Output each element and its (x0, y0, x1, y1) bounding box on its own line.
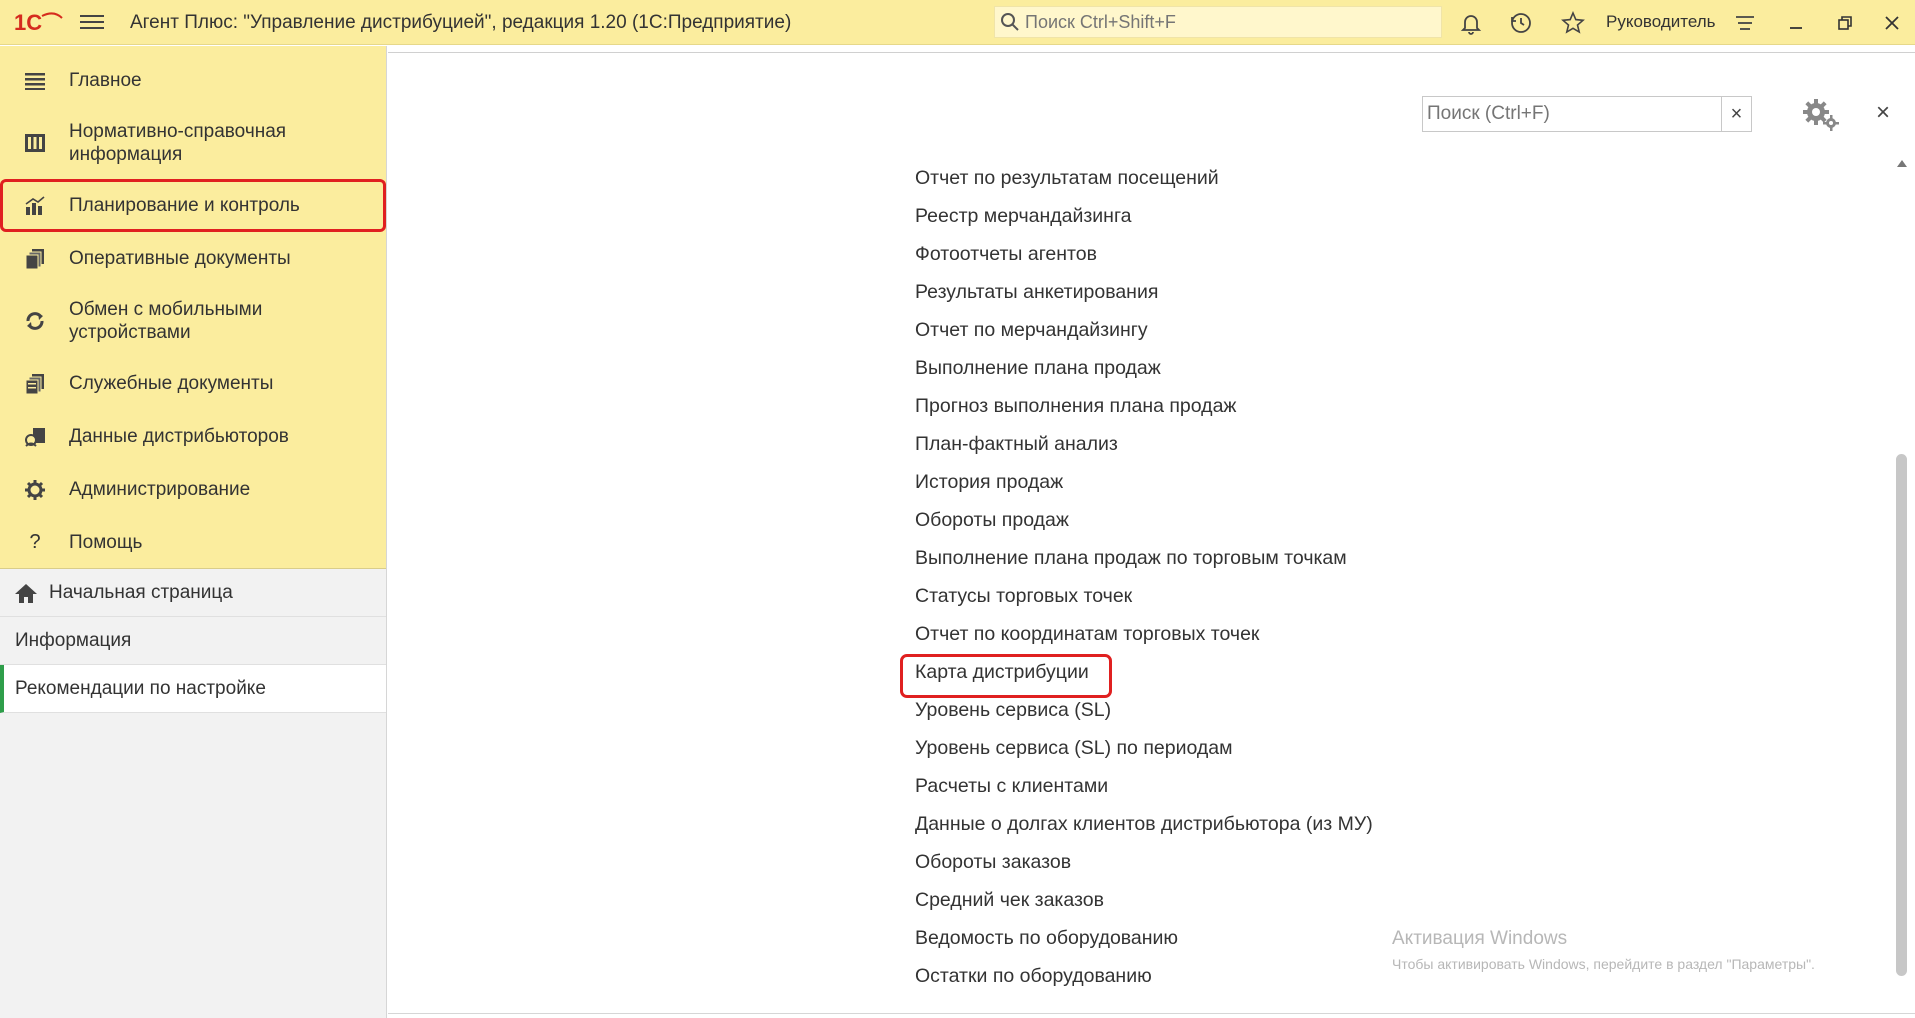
watermark-title: Активация Windows (1392, 928, 1568, 949)
report-link[interactable]: Средний чек заказов (915, 881, 1373, 919)
nav-label: Начальная страница (49, 581, 233, 603)
catalog-icon (22, 130, 48, 156)
options-icon[interactable] (1732, 10, 1758, 36)
section-label: Нормативно-справочная информация (69, 121, 287, 165)
report-link[interactable]: Расчеты с клиентами (915, 767, 1373, 805)
report-link-distribution-map[interactable]: Карта дистрибуции (900, 653, 1373, 698)
vertical-scrollbar[interactable] (1894, 154, 1910, 978)
panel-border (388, 52, 1915, 53)
settings-gears-icon[interactable] (1800, 96, 1842, 132)
nav-label: Информация (15, 629, 132, 651)
section-operational-docs[interactable]: Оперативные документы (0, 232, 386, 285)
scroll-thumb[interactable] (1896, 454, 1907, 976)
search-icon (995, 7, 1025, 37)
bell-icon[interactable] (1458, 10, 1484, 36)
service-docs-icon (22, 371, 48, 397)
report-link[interactable]: Уровень сервиса (SL) (915, 691, 1373, 729)
report-link[interactable]: Уровень сервиса (SL) по периодам (915, 729, 1373, 767)
section-label: Оперативные документы (69, 248, 291, 269)
section-label: Помощь (69, 532, 143, 553)
windows-activation-watermark: Активация Windows Чтобы активировать Win… (1392, 928, 1815, 972)
section-service-docs[interactable]: Служебные документы (0, 357, 386, 410)
title-bar: 1С Агент Плюс: "Управление дистрибуцией"… (0, 0, 1915, 45)
report-link[interactable]: Данные о долгах клиентов дистрибьютора (… (915, 805, 1373, 843)
report-link[interactable]: Фотоотчеты агентов (915, 235, 1373, 273)
documents-icon (22, 246, 48, 272)
scroll-up-icon[interactable] (1897, 160, 1907, 167)
panel-search[interactable]: × (1422, 96, 1752, 132)
nav-information[interactable]: Информация (0, 617, 386, 665)
panel-bottom-border (388, 1013, 1915, 1014)
report-link[interactable]: План-фактный анализ (915, 425, 1373, 463)
report-link[interactable]: История продаж (915, 463, 1373, 501)
section-help[interactable]: ? Помощь (0, 516, 386, 569)
user-name[interactable]: Руководитель (1606, 12, 1716, 32)
section-distributor-data[interactable]: Данные дистрибьюторов (0, 410, 386, 463)
report-link[interactable]: Отчет по координатам торговых точек (915, 615, 1373, 653)
report-link[interactable]: Результаты анкетирования (915, 273, 1373, 311)
list-icon (22, 68, 48, 94)
history-icon[interactable] (1508, 10, 1534, 36)
close-window-icon[interactable] (1879, 10, 1905, 36)
section-label: Планирование и контроль (69, 195, 300, 216)
chart-icon (22, 193, 48, 219)
sync-icon (22, 308, 48, 334)
report-link[interactable]: Отчет по мерчандайзингу (915, 311, 1373, 349)
section-main[interactable]: Главное (0, 54, 386, 107)
help-icon: ? (29, 531, 41, 553)
report-link[interactable]: Статусы торговых точек (915, 577, 1373, 615)
report-link[interactable]: Отчет по результатам посещений (915, 159, 1373, 197)
global-search[interactable] (994, 6, 1442, 38)
section-administration[interactable]: Администрирование (0, 463, 386, 516)
section-planning-control[interactable]: Планирование и контроль (0, 179, 386, 232)
section-label: Администрирование (69, 479, 251, 500)
section-reference-info[interactable]: Нормативно-справочная информация (0, 107, 386, 179)
section-label: Данные дистрибьюторов (69, 426, 289, 447)
star-icon[interactable] (1560, 10, 1586, 36)
nav-setup-recommendations[interactable]: Рекомендации по настройке (0, 665, 386, 713)
reports-panel: × × Отчет по результатам посещений Реест… (388, 46, 1915, 1018)
report-link[interactable]: Выполнение плана продаж (915, 349, 1373, 387)
svg-text:1С: 1С (14, 10, 42, 35)
report-link[interactable]: Обороты продаж (915, 501, 1373, 539)
report-link[interactable]: Выполнение плана продаж по торговым точк… (915, 539, 1373, 577)
report-link[interactable]: Прогноз выполнения плана продаж (915, 387, 1373, 425)
watermark-subtitle: Чтобы активировать Windows, перейдите в … (1392, 956, 1815, 972)
minimize-icon[interactable] (1783, 10, 1809, 36)
section-label: Служебные документы (69, 373, 274, 394)
report-link[interactable]: Остатки по оборудованию (915, 957, 1373, 995)
app-title: Агент Плюс: "Управление дистрибуцией", р… (130, 12, 792, 33)
report-list: Отчет по результатам посещений Реестр ме… (900, 159, 1373, 995)
section-mobile-exchange[interactable]: Обмен с мобильными устройствами (0, 285, 386, 357)
report-link[interactable]: Реестр мерчандайзинга (915, 197, 1373, 235)
global-search-input[interactable] (1025, 11, 1425, 33)
sidebar: Главное Нормативно-справочная информация… (0, 46, 387, 1018)
report-link[interactable]: Обороты заказов (915, 843, 1373, 881)
nav-home-page[interactable]: Начальная страница (0, 569, 386, 617)
main-menu-button[interactable] (80, 11, 104, 33)
nav-label: Рекомендации по настройке (15, 677, 266, 699)
restore-icon[interactable] (1832, 10, 1858, 36)
panel-search-input[interactable] (1423, 97, 1721, 131)
clear-search-button[interactable]: × (1721, 97, 1751, 131)
section-label: Главное (69, 70, 142, 91)
section-label: Обмен с мобильными устройствами (69, 299, 263, 343)
distributors-icon (22, 424, 48, 450)
gear-icon (22, 477, 48, 503)
report-link[interactable]: Ведомость по оборудованию (915, 919, 1373, 957)
close-panel-button[interactable]: × (1871, 99, 1895, 126)
1c-logo[interactable]: 1С (14, 8, 64, 36)
sections-panel: Главное Нормативно-справочная информация… (0, 46, 386, 569)
home-icon (14, 582, 40, 604)
